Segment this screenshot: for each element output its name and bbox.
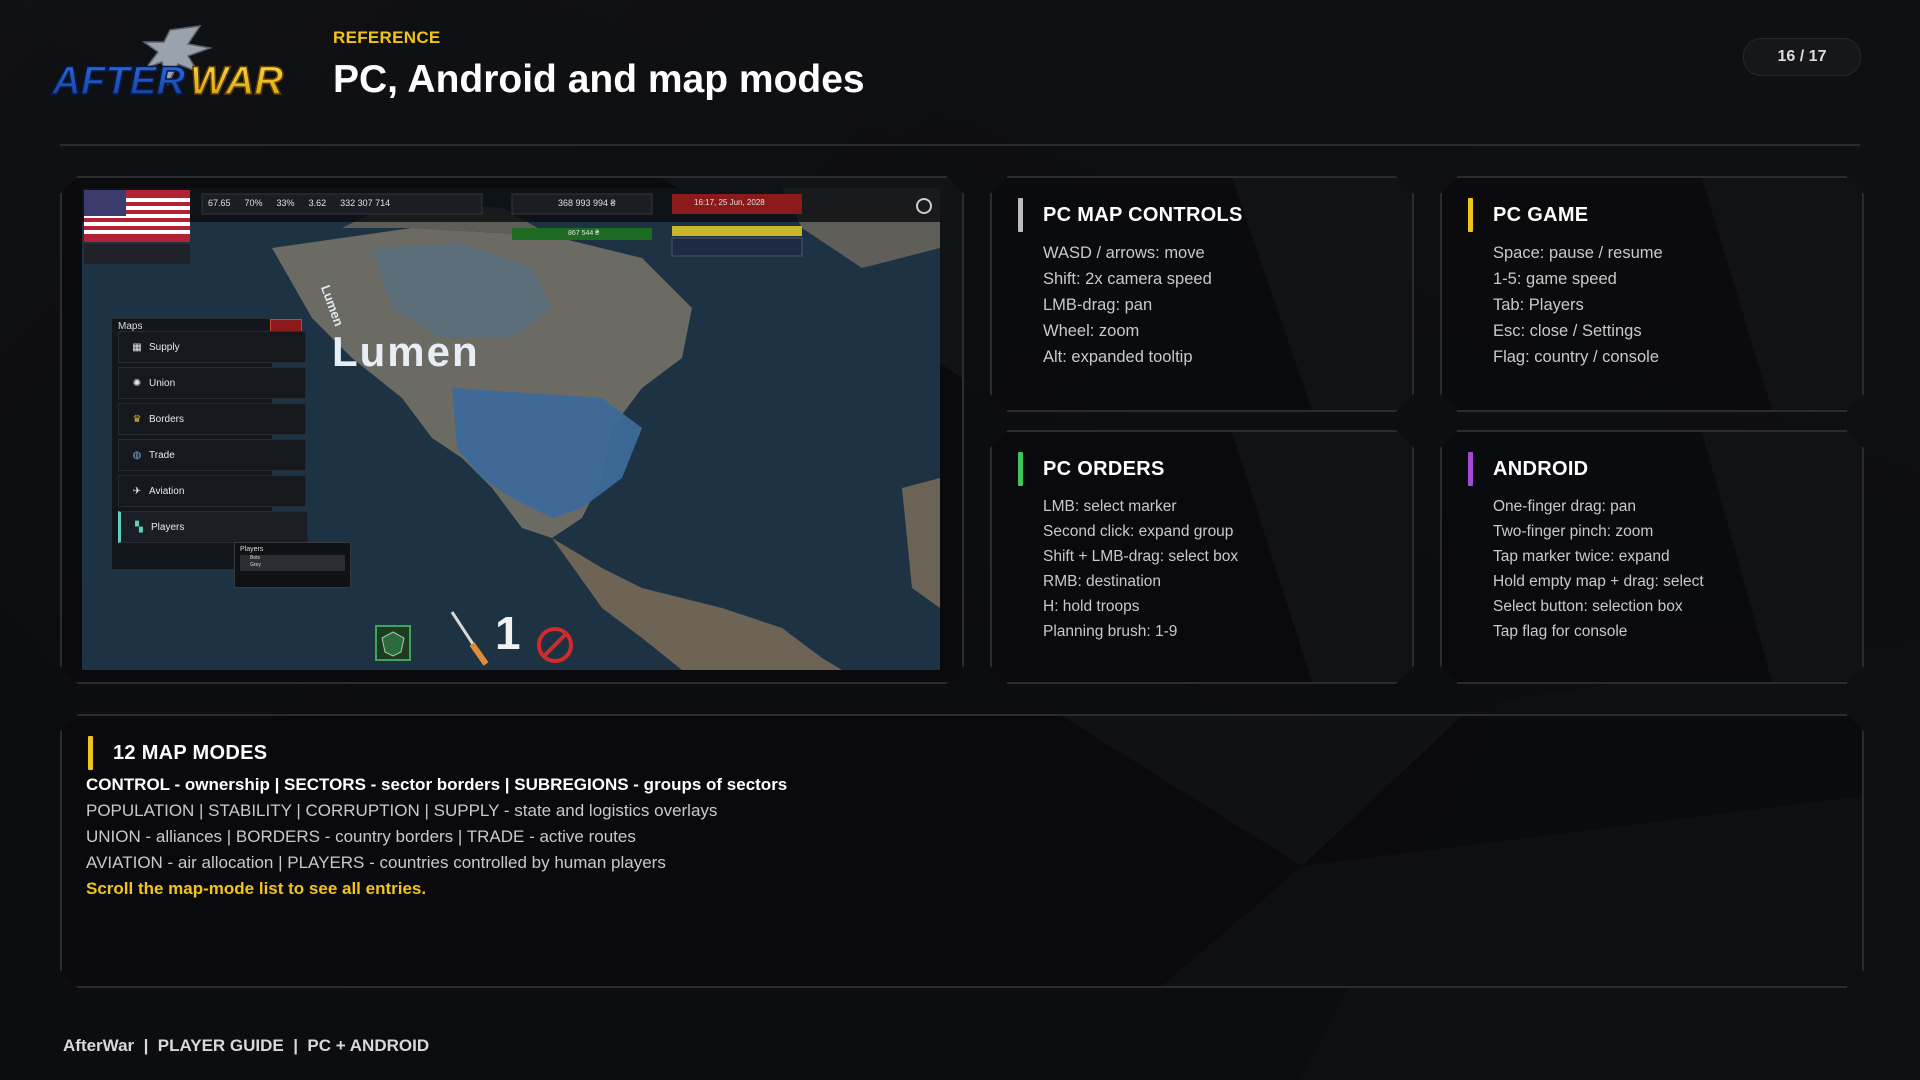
map-mode-aviation[interactable]: ✈ Aviation <box>118 475 306 507</box>
players-icon: ▚ <box>135 521 143 533</box>
card-title: PC ORDERS <box>1043 457 1165 480</box>
svg-text:WAR: WAR <box>190 59 283 103</box>
map-mode-borders[interactable]: ♛ Borders <box>118 403 306 435</box>
card-pc-map-controls: PC MAP CONTROLS WASD / arrows: move Shif… <box>990 176 1414 412</box>
map-label-large: Lumen <box>332 328 480 375</box>
card-pc-orders: PC ORDERS LMB: select marker Second clic… <box>990 430 1414 684</box>
control-line: Shift + LMB-drag: select box <box>1043 548 1239 565</box>
control-line: H: hold troops <box>1043 598 1140 615</box>
map-modes-note: Scroll the map-mode list to see all entr… <box>86 879 427 898</box>
map-mode-union[interactable]: ✺ Union <box>118 367 306 399</box>
control-line: Alt: expanded tooltip <box>1043 348 1193 366</box>
map-mode-label: Players <box>151 521 185 533</box>
control-line: Tap flag for console <box>1493 623 1628 640</box>
card-title: PC GAME <box>1493 203 1589 226</box>
section-kicker: REFERENCE <box>333 28 441 47</box>
treasury-delta: 867 544 ₴ <box>568 230 600 237</box>
map-mode-label: Aviation <box>149 485 185 497</box>
control-line: Select button: selection box <box>1493 598 1683 615</box>
treasury: 368 993 994 ₴ <box>558 198 616 208</box>
control-line: Esc: close / Settings <box>1493 322 1642 340</box>
card-accent-bar <box>1018 452 1023 486</box>
map-mode-label: Union <box>149 377 176 389</box>
game-screenshot: 67.65 70% 33% 3.62 332 307 714 368 993 9… <box>82 188 940 670</box>
hud-stat: 67.65 <box>208 198 231 208</box>
control-line: Shift: 2x camera speed <box>1043 270 1212 288</box>
players-popup-row: Grey <box>250 562 261 568</box>
header-divider <box>60 144 1860 146</box>
control-line: Planning brush: 1-9 <box>1043 623 1178 640</box>
card-title: 12 MAP MODES <box>113 741 268 764</box>
control-line: Flag: country / console <box>1493 348 1659 366</box>
map-mode-label: Supply <box>149 341 180 353</box>
map-mode-label: Borders <box>149 413 185 425</box>
hud-stat: 3.62 <box>308 198 327 208</box>
card-title: ANDROID <box>1493 457 1589 480</box>
players-popup: Players Bots Grey <box>234 542 351 588</box>
afterwar-logo: AFTER WAR <box>50 25 284 104</box>
hud-stats: 67.65 70% 33% 3.62 332 307 714 <box>208 198 488 208</box>
control-line: RMB: destination <box>1043 573 1162 590</box>
control-line: Tap marker twice: expand <box>1493 548 1670 565</box>
hud-stat: 33% <box>276 198 295 208</box>
control-line: One-finger drag: pan <box>1493 498 1637 515</box>
map-modes-lines: CONTROL - ownership | SECTORS - sector b… <box>86 772 787 902</box>
card-accent-bar <box>1468 452 1473 486</box>
card-pc-game: PC GAME Space: pause / resume 1-5: game … <box>1440 176 1864 412</box>
control-line: Tab: Players <box>1493 296 1584 314</box>
control-line: LMB: select marker <box>1043 498 1177 515</box>
card-android: ANDROID One-finger drag: pan Two-finger … <box>1440 430 1864 684</box>
control-line: Hold empty map + drag: select <box>1493 573 1704 590</box>
country-flag[interactable] <box>84 190 190 242</box>
svg-text:AFTER: AFTER <box>51 59 185 103</box>
card-lines: LMB: select marker Second click: expand … <box>1043 494 1238 644</box>
card-lines: WASD / arrows: move Shift: 2x camera spe… <box>1043 240 1212 370</box>
footer-text: AfterWar | PLAYER GUIDE | PC + ANDROID <box>63 1036 430 1055</box>
map-mode-label: Trade <box>149 449 175 461</box>
control-line: LMB-drag: pan <box>1043 296 1153 314</box>
union-icon: ✺ <box>132 377 142 389</box>
players-popup-title: Players <box>240 546 264 553</box>
map-modes-line: POPULATION | STABILITY | CORRUPTION | SU… <box>86 801 718 820</box>
card-accent-bar <box>88 736 93 770</box>
map-mode-trade[interactable]: ◍ Trade <box>118 439 306 471</box>
brush-number: 1 <box>495 607 521 659</box>
page-indicator: 16 / 17 <box>1743 38 1861 76</box>
hud-stat: 70% <box>244 198 263 208</box>
crown-icon: ♛ <box>132 413 142 425</box>
map-mode-supply[interactable]: ▦ Supply <box>118 331 306 363</box>
game-date: 16:17, 25 Jun, 2028 <box>694 198 765 207</box>
control-line: WASD / arrows: move <box>1043 244 1205 262</box>
plane-icon: ✈ <box>132 485 142 497</box>
page-title: PC, Android and map modes <box>333 58 865 101</box>
control-line: 1-5: game speed <box>1493 270 1617 288</box>
card-lines: Space: pause / resume 1-5: game speed Ta… <box>1493 240 1663 370</box>
map-modes-line: UNION - alliances | BORDERS - country bo… <box>86 827 636 846</box>
map-modes-line: CONTROL - ownership | SECTORS - sector b… <box>86 775 788 794</box>
map-mode-players[interactable]: ▚ Players <box>118 511 308 543</box>
map-modes-line: AVIATION - air allocation | PLAYERS - co… <box>86 853 666 872</box>
maps-menu: Maps ▦ Supply ✺ Union ♛ Borders ◍ Trade ✈ Avi… <box>111 318 308 570</box>
control-line: Two-finger pinch: zoom <box>1493 523 1654 540</box>
card-lines: One-finger drag: pan Two-finger pinch: z… <box>1493 494 1704 644</box>
control-line: Second click: expand group <box>1043 523 1234 540</box>
hud-stat: 332 307 714 <box>340 198 391 208</box>
card-title: PC MAP CONTROLS <box>1043 203 1243 226</box>
players-popup-row: Bots <box>250 555 261 561</box>
card-accent-bar <box>1018 198 1023 232</box>
globe-icon: ◍ <box>132 449 142 461</box>
control-line: Space: pause / resume <box>1493 244 1663 262</box>
supply-icon: ▦ <box>132 341 142 353</box>
card-accent-bar <box>1468 198 1473 232</box>
control-line: Wheel: zoom <box>1043 322 1140 340</box>
